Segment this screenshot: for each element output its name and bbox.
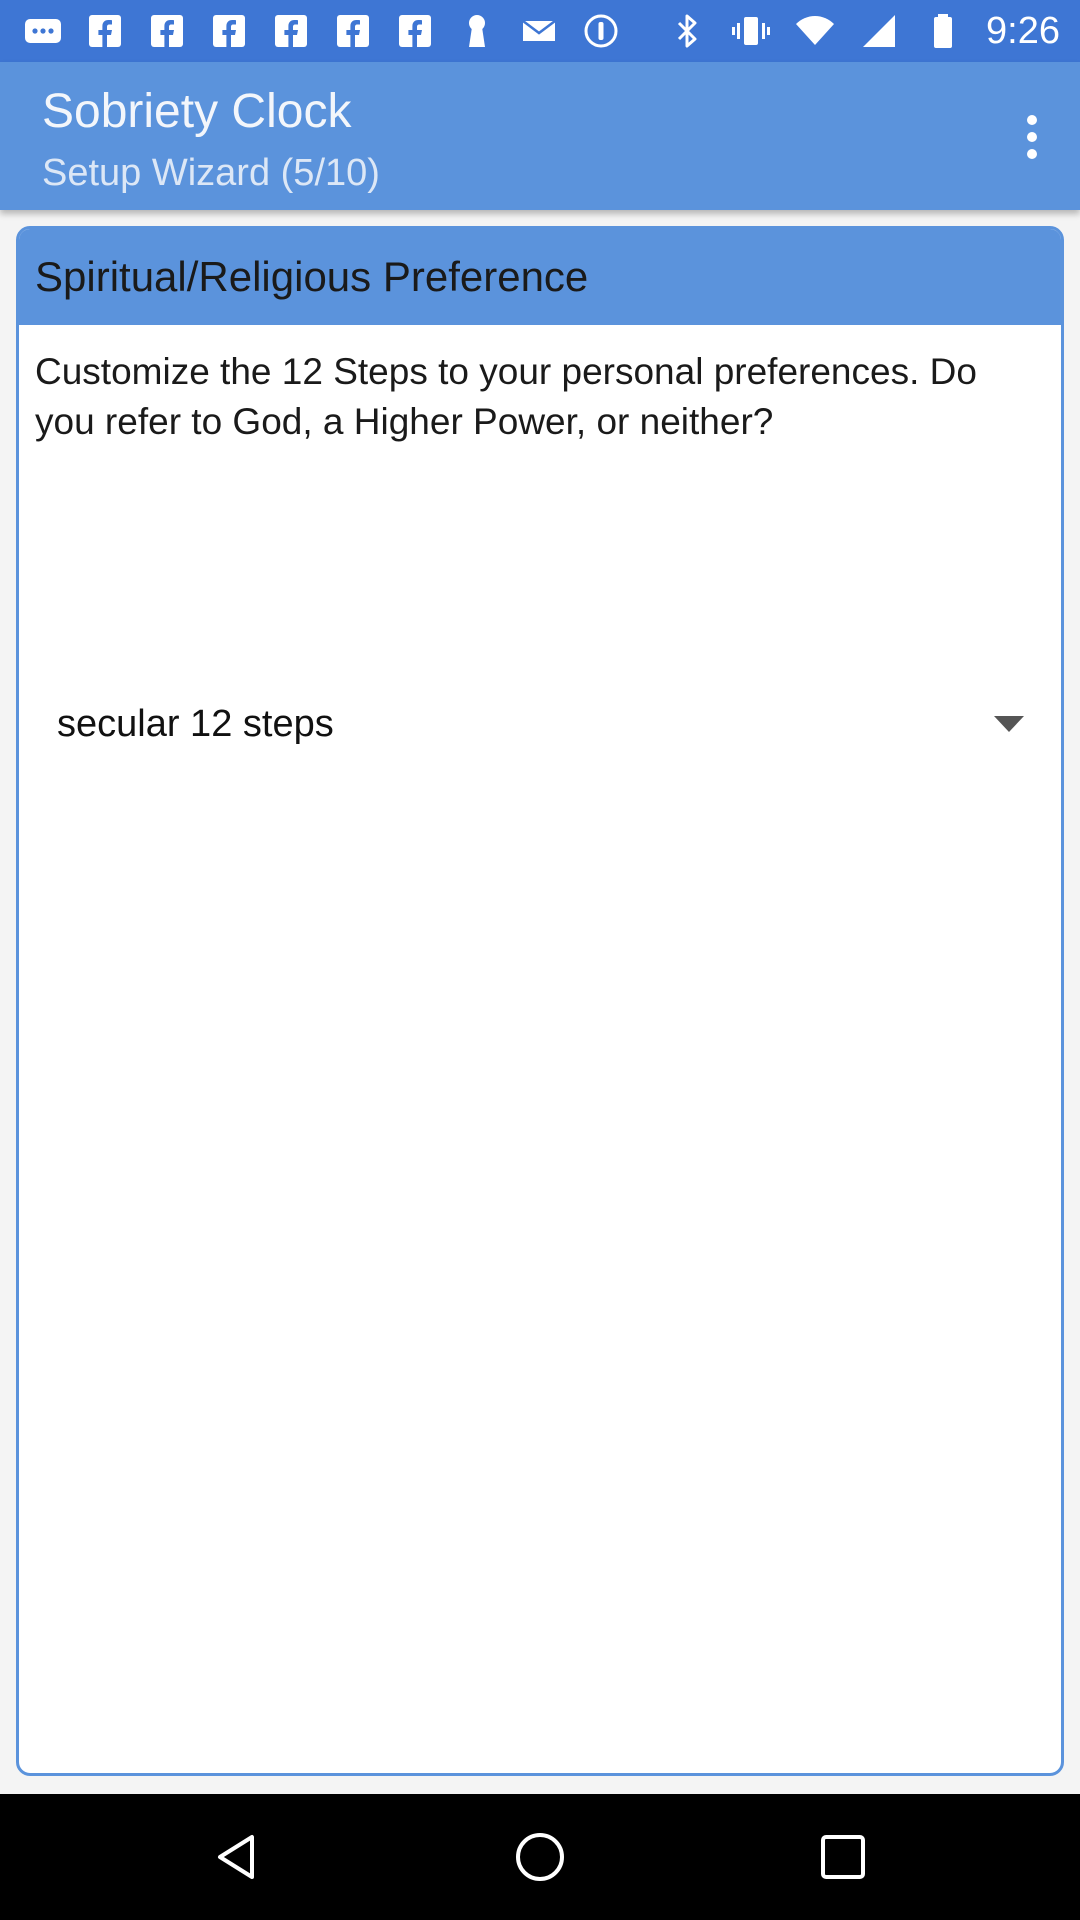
preference-spinner[interactable]: secular 12 steps xyxy=(37,679,1037,769)
keyhole-icon xyxy=(456,10,498,52)
navigation-bar xyxy=(0,1794,1080,1920)
facebook-icon xyxy=(332,10,374,52)
info-circle-icon xyxy=(580,10,622,52)
home-icon xyxy=(516,1833,564,1881)
status-time: 9:26 xyxy=(986,9,1060,52)
back-icon xyxy=(218,1835,254,1879)
card-header: Spiritual/Religious Preference xyxy=(19,229,1061,325)
system-icons: 9:26 xyxy=(666,8,1060,54)
dropdown-arrow-icon xyxy=(991,706,1027,742)
facebook-icon xyxy=(270,10,312,52)
status-bar: 9:26 xyxy=(0,0,1080,62)
home-button[interactable] xyxy=(510,1827,570,1887)
battery-icon xyxy=(922,10,964,52)
card-description: Customize the 12 Steps to your personal … xyxy=(35,351,977,442)
app-title: Sobriety Clock xyxy=(42,85,352,138)
messaging-icon xyxy=(22,10,64,52)
card-title: Spiritual/Religious Preference xyxy=(35,253,589,300)
app-bar: Sobriety Clock Setup Wizard (5/10) xyxy=(0,62,1080,210)
more-vertical-icon xyxy=(1027,115,1037,159)
overflow-menu-button[interactable] xyxy=(1002,102,1062,172)
vibrate-icon xyxy=(730,10,772,52)
facebook-icon xyxy=(208,10,250,52)
preference-card: Spiritual/Religious Preference Customize… xyxy=(16,226,1064,1776)
notification-icons xyxy=(22,10,622,52)
wifi-icon xyxy=(794,10,836,52)
signal-icon xyxy=(858,10,900,52)
facebook-icon xyxy=(394,10,436,52)
spinner-selected-value: secular 12 steps xyxy=(57,702,334,745)
recents-icon xyxy=(821,1835,865,1879)
facebook-icon xyxy=(146,10,188,52)
bluetooth-icon xyxy=(666,10,708,52)
app-subtitle: Setup Wizard (5/10) xyxy=(42,152,380,194)
facebook-icon xyxy=(84,10,126,52)
recents-button[interactable] xyxy=(813,1827,873,1887)
back-button[interactable] xyxy=(210,1827,270,1887)
email-icon xyxy=(518,10,560,52)
